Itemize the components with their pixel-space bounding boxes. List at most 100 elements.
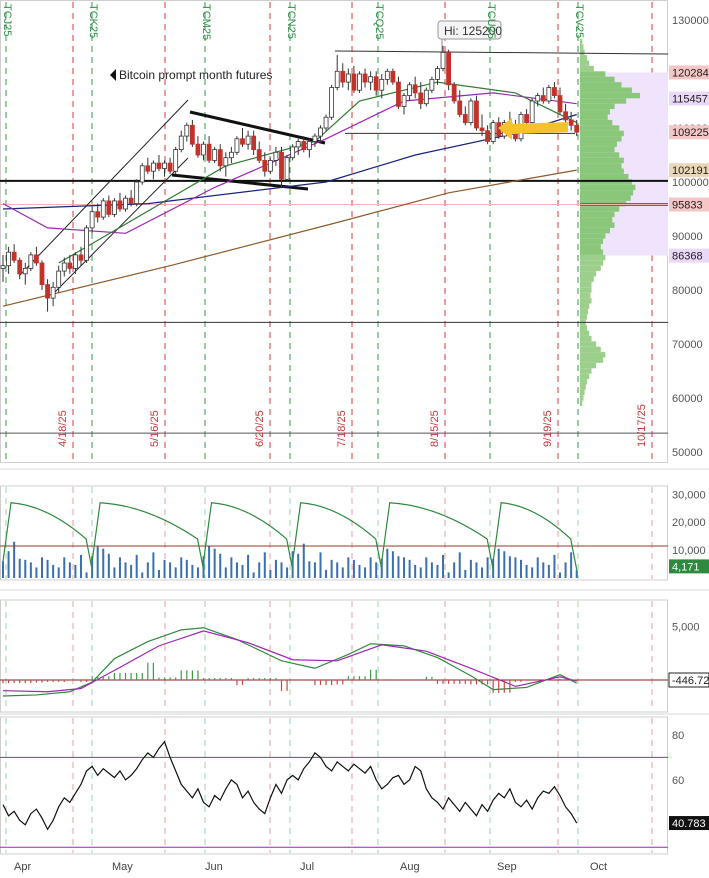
candle-body — [290, 146, 296, 159]
profile-bar — [580, 325, 587, 331]
profile-bar — [580, 103, 615, 110]
profile-bar — [580, 335, 592, 342]
candle-body — [451, 84, 457, 102]
profile-bar — [580, 98, 627, 104]
rsi-line: 80604040.783 — [0, 730, 709, 848]
contract-label: TCJ25 — [1, 4, 13, 36]
candle-body — [22, 267, 28, 275]
candle-body — [262, 159, 268, 172]
channel-line-upper — [19, 99, 189, 276]
profile-bar — [580, 384, 586, 390]
month-label: Apr — [14, 861, 31, 873]
candle-body — [529, 100, 535, 124]
profile-bar — [580, 217, 613, 223]
candle-body — [468, 100, 474, 124]
profile-bar — [580, 173, 629, 180]
profile-bar — [580, 260, 604, 266]
candle-body — [412, 84, 418, 94]
candle-body — [279, 151, 284, 180]
profile-bar — [580, 238, 604, 245]
profile-bar — [580, 60, 590, 66]
candle-body — [301, 141, 307, 150]
contract-label: TCN25 — [285, 4, 297, 39]
price-tick-label: 100000 — [672, 177, 709, 189]
candle-body — [423, 89, 429, 105]
profile-bar — [580, 44, 584, 50]
candle-body — [89, 211, 95, 229]
contract-label: TCQ25 — [373, 4, 385, 39]
profile-bar — [580, 87, 632, 93]
candle-body — [223, 157, 229, 167]
profile-bar — [580, 82, 622, 88]
month-label: Sep — [497, 861, 517, 873]
volume-last-label: 4,171 — [672, 561, 700, 573]
price-tick-label: 90000 — [672, 231, 703, 243]
rsi-tick-label: 60 — [672, 775, 684, 787]
price-tick-label: 80000 — [672, 285, 703, 297]
candle-body — [245, 135, 251, 145]
candle-body — [67, 262, 73, 269]
candle-body — [574, 124, 580, 133]
profile-bar — [580, 71, 606, 77]
candle-body — [17, 259, 23, 275]
candle-body — [0, 265, 6, 269]
profile-bar — [580, 227, 610, 234]
contract-label: TCM25 — [200, 4, 212, 40]
candle-body — [351, 73, 357, 91]
candle-body — [418, 92, 424, 105]
candle-body — [524, 114, 529, 123]
volume-tick-label: 20,000 — [672, 517, 706, 529]
volume-tick-label: 10,000 — [672, 545, 706, 557]
profile-bar — [580, 379, 587, 385]
price-marker-label: 109225 — [672, 127, 709, 139]
candle-body — [407, 84, 413, 97]
candle-body — [123, 197, 128, 210]
expiry-label: 8/15/25 — [429, 410, 441, 447]
profile-bar — [580, 303, 590, 309]
macd-last-label: -446.72 — [672, 675, 709, 687]
expiry-label: 9/19/25 — [542, 410, 554, 447]
candle-body — [39, 262, 45, 286]
rsi-panel-frame — [0, 716, 668, 855]
candle-body — [546, 87, 552, 102]
candle-body — [490, 122, 496, 142]
candle-body — [329, 87, 335, 118]
profile-bar — [580, 211, 615, 218]
candle-body — [100, 200, 106, 218]
profile-bar — [580, 130, 624, 137]
candle-body — [340, 70, 346, 83]
profile-bar — [580, 287, 592, 293]
profile-bar — [580, 136, 622, 142]
candle-body — [95, 211, 101, 218]
candle-body — [440, 52, 446, 70]
candle-body — [251, 135, 257, 151]
profile-bar — [580, 119, 613, 126]
profile-bar — [580, 157, 624, 164]
contract-label: TCK25 — [87, 4, 99, 38]
month-label: Aug — [400, 861, 420, 873]
profile-bar — [580, 249, 604, 255]
candle-body — [45, 284, 50, 299]
profile-bar — [580, 206, 620, 212]
profile-bar — [580, 222, 615, 228]
candle-body — [284, 157, 290, 180]
profile-bar — [580, 168, 624, 174]
candle-body — [212, 149, 218, 161]
candle-body — [206, 143, 212, 161]
profile-bar — [580, 271, 597, 277]
price-tick-label: 130000 — [672, 15, 709, 27]
candle-body — [240, 138, 245, 145]
profile-bar — [580, 362, 597, 369]
candle-body — [457, 100, 463, 115]
range-top-line — [334, 50, 669, 55]
candle-body — [84, 227, 89, 261]
candle-body — [295, 141, 301, 148]
candle-body — [156, 162, 162, 169]
profile-bar — [580, 92, 640, 99]
profile-bar — [580, 146, 615, 153]
candle-body — [384, 70, 390, 80]
candle-body — [228, 151, 234, 159]
macd-lines: 5,000 -446.72 — [0, 622, 709, 697]
candle-body — [28, 254, 34, 269]
month-label: Jul — [300, 861, 314, 873]
